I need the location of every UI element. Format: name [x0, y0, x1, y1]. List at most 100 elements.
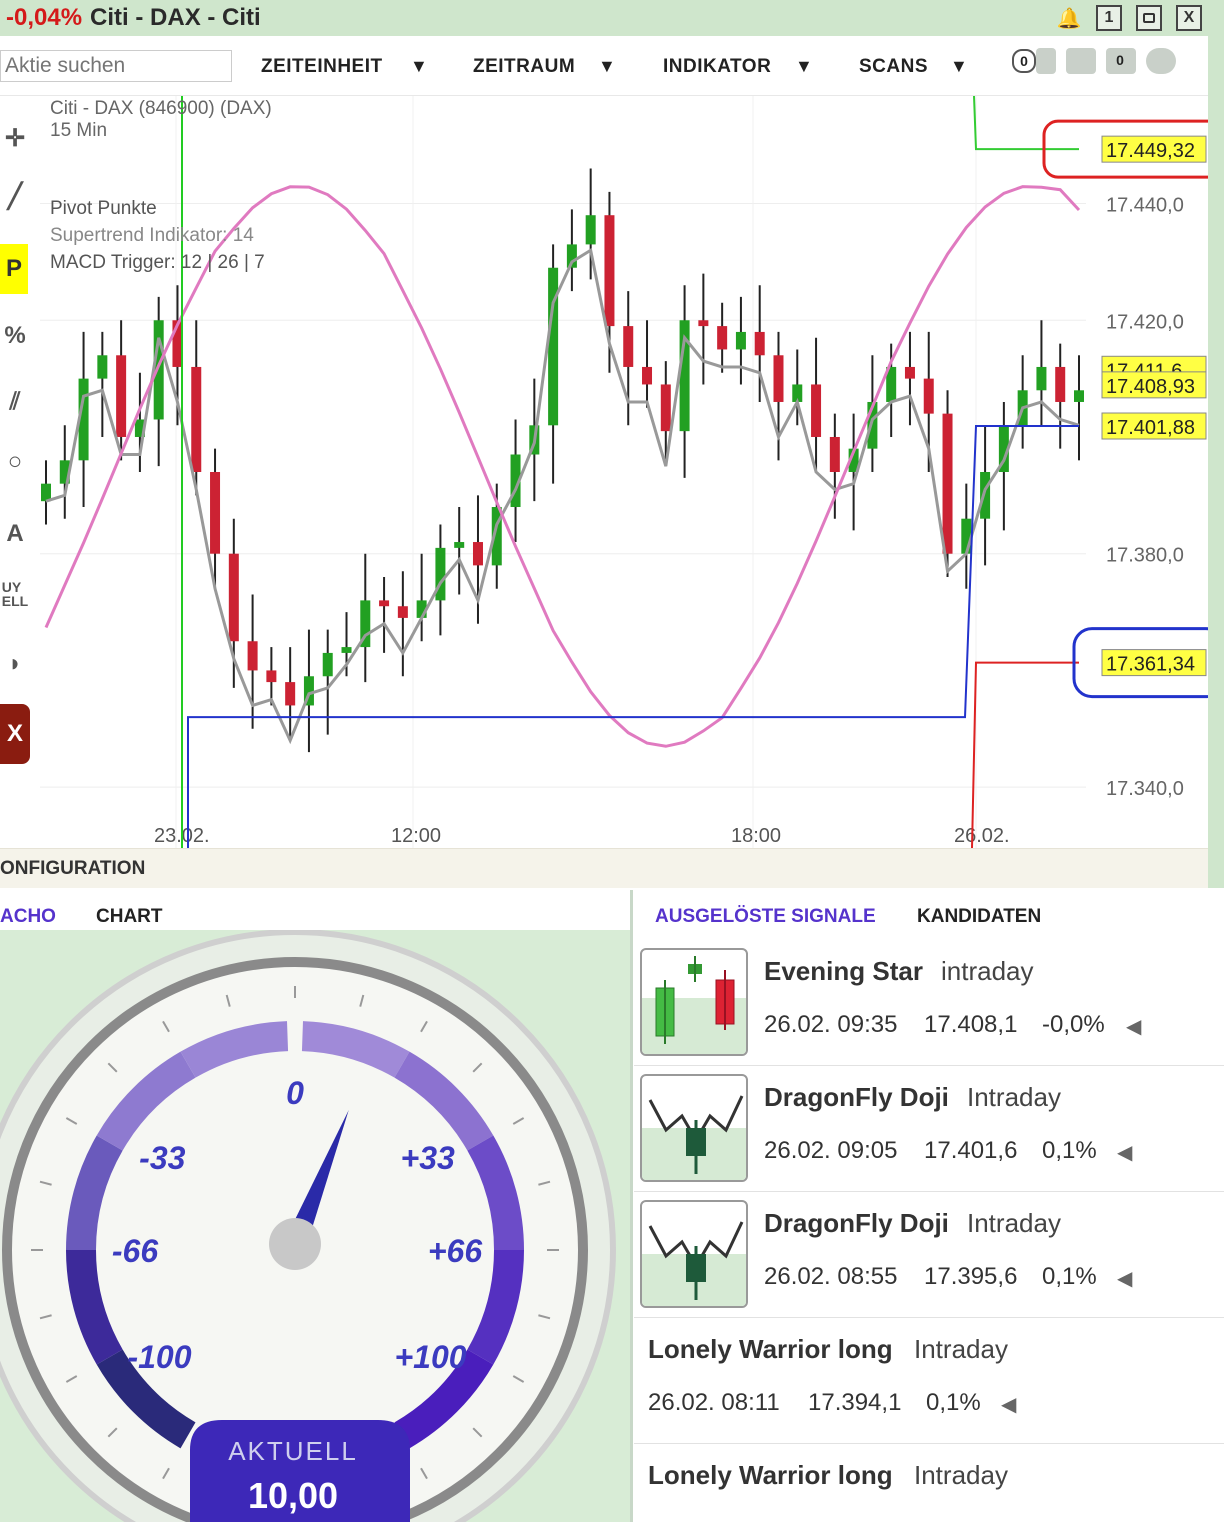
signal-row[interactable]: DragonFly Doji Intraday 26.02. 09:05 17.… — [634, 1066, 1224, 1192]
dragonfly-doji-icon — [640, 1200, 748, 1308]
menu-scans[interactable]: SCANS — [859, 56, 928, 78]
window-border — [1208, 36, 1224, 888]
chevron-down-icon[interactable]: ▼ — [950, 56, 968, 77]
candle-body — [942, 413, 953, 554]
candle-body — [904, 366, 915, 379]
maximize-button[interactable] — [1136, 5, 1162, 31]
gauge-label: -33 — [139, 1140, 185, 1176]
buy-sell-tool[interactable]: UY ELL — [0, 574, 30, 614]
signal-date: 26.02. 09:05 — [764, 1137, 898, 1164]
configuration-label: ONFIGURATION — [0, 857, 146, 879]
menu-zeiteinheit[interactable]: ZEITEINHEIT — [261, 56, 383, 78]
candle-body — [980, 472, 991, 519]
candle-body — [97, 355, 108, 379]
candle-body — [379, 600, 390, 607]
signal-name: Lonely Warrior long — [648, 1460, 893, 1490]
delete-tool[interactable]: X — [0, 704, 30, 764]
candle-body — [397, 606, 408, 618]
candle-body — [266, 670, 277, 683]
notification-count-badge[interactable]: 0 — [1012, 49, 1036, 73]
window-controls: 🔔 1 X — [1056, 5, 1202, 31]
signal-type: Intraday — [914, 1334, 1008, 1364]
chevron-down-icon[interactable]: ▼ — [410, 56, 428, 77]
candle-body — [623, 326, 634, 367]
signal-row[interactable]: Lonely Warrior long Intraday — [634, 1444, 1224, 1522]
cloud-icon[interactable] — [1146, 48, 1176, 74]
folder-icon[interactable]: 0 — [1106, 48, 1136, 74]
signal-name: DragonFly Doji — [764, 1208, 949, 1238]
speaker-icon[interactable]: ◀ — [1117, 1140, 1132, 1165]
configuration-bar[interactable]: ONFIGURATION — [0, 848, 1208, 888]
candle-body — [585, 215, 596, 245]
candle-body — [247, 641, 258, 671]
tab-kandidaten[interactable]: KANDIDATEN — [917, 906, 1041, 928]
x-tick-label: 12:00 — [391, 825, 441, 847]
speaker-icon[interactable]: ◀ — [1126, 1014, 1141, 1039]
candle-body — [698, 320, 709, 327]
window-title: Citi - DAX - Citi — [90, 4, 261, 31]
app-window: -0,04% Citi - DAX - Citi 🔔 1 X ZEITEINHE… — [0, 0, 1224, 1522]
price-tag-support: 17.361,34 — [1106, 654, 1195, 676]
tab-tacho[interactable]: ACHO — [0, 906, 56, 928]
speaker-icon[interactable]: ◀ — [1001, 1392, 1016, 1417]
percent-tool[interactable]: % — [0, 316, 30, 356]
gauge-dial: -100 -66 -33 0 +33 +66 +100 AKTUELL 10,00 — [0, 929, 630, 1522]
gauge-label: +100 — [394, 1339, 466, 1375]
candle-body — [1055, 366, 1066, 402]
watchlist-add-icon[interactable] — [1066, 48, 1096, 74]
menu-zeitraum[interactable]: ZEITRAUM — [473, 56, 575, 78]
circle-icon[interactable]: ○ — [0, 442, 30, 482]
parallel-lines-icon[interactable]: ⫽ — [0, 382, 30, 422]
candle-body — [773, 355, 784, 402]
toolbar: ZEITEINHEIT ▼ ZEITRAUM ▼ INDIKATOR ▼ SCA… — [0, 36, 1224, 96]
sound-icon[interactable]: ◗ — [0, 644, 30, 684]
panel-divider — [630, 890, 633, 1522]
x-tick-label: 18:00 — [731, 825, 781, 847]
candle-body — [1074, 390, 1084, 402]
candle-body — [285, 682, 296, 706]
folder-count-badge: 0 — [1116, 52, 1124, 68]
evening-star-icon — [640, 948, 748, 1056]
bell-icon[interactable]: 🔔 — [1056, 5, 1082, 31]
signal-row[interactable]: Evening Star intraday 26.02. 09:35 17.40… — [634, 940, 1224, 1066]
candle-body — [642, 366, 653, 385]
candlestick-chart[interactable]: 17.440,017.420,017.380,017.340,023.02. 12… — [36, 95, 1224, 849]
search-input[interactable] — [0, 50, 232, 82]
chart-instrument: Citi - DAX (846900) (DAX) — [50, 98, 272, 119]
crosshair-icon[interactable]: ✛ — [0, 118, 30, 158]
candle-body — [210, 472, 221, 554]
x-tick-label: 26.02. — [954, 825, 1010, 847]
signal-change: 0,1% — [926, 1389, 981, 1416]
close-button[interactable]: X — [1176, 5, 1202, 31]
price-tag-resistance: 17.449,32 — [1106, 140, 1195, 162]
gauge-label: +33 — [401, 1140, 455, 1176]
supertrend-line — [45, 247, 1080, 745]
signal-row[interactable]: Lonely Warrior long Intraday 26.02. 08:1… — [634, 1318, 1224, 1444]
indicator-supertrend: Supertrend Indikator: 14 — [50, 225, 254, 246]
chart-area[interactable]: 17.440,0 17.420,0 17.380,0 17.340,0 23.02. 12… — [36, 95, 1224, 849]
candle-body — [1036, 366, 1047, 391]
chevron-down-icon[interactable]: ▼ — [795, 56, 813, 77]
tab-ausgeloeste-signale[interactable]: AUSGELÖSTE SIGNALE — [655, 906, 876, 928]
candle-body — [548, 267, 559, 426]
y-tick-label: 17.380,0 — [1106, 545, 1184, 567]
menu-indikator[interactable]: INDIKATOR — [663, 56, 771, 78]
layout-1-button[interactable]: 1 — [1096, 5, 1122, 31]
speaker-icon[interactable]: ◀ — [1117, 1266, 1132, 1291]
signal-row[interactable]: DragonFly Doji Intraday 26.02. 08:55 17.… — [634, 1192, 1224, 1318]
sentiment-gauge: -100 -66 -33 0 +33 +66 +100 AKTUELL 10,00 — [0, 929, 630, 1522]
alert-icon[interactable] — [1036, 48, 1056, 74]
text-tool[interactable]: A — [0, 514, 30, 554]
candle-body — [754, 331, 765, 356]
chevron-down-icon[interactable]: ▼ — [598, 56, 616, 77]
candle-body — [829, 436, 840, 472]
toolbar-icons: 0 0 — [1012, 48, 1176, 74]
candle-body — [472, 542, 483, 566]
signal-type: Intraday — [967, 1208, 1061, 1238]
trendline-icon[interactable]: ╱ — [0, 176, 30, 216]
y-tick-label: 17.340,0 — [1106, 778, 1184, 800]
candle-body — [191, 366, 202, 472]
pivot-tool[interactable]: P — [0, 244, 28, 294]
gauge-label: +66 — [428, 1233, 482, 1269]
tab-chart[interactable]: CHART — [96, 906, 163, 928]
